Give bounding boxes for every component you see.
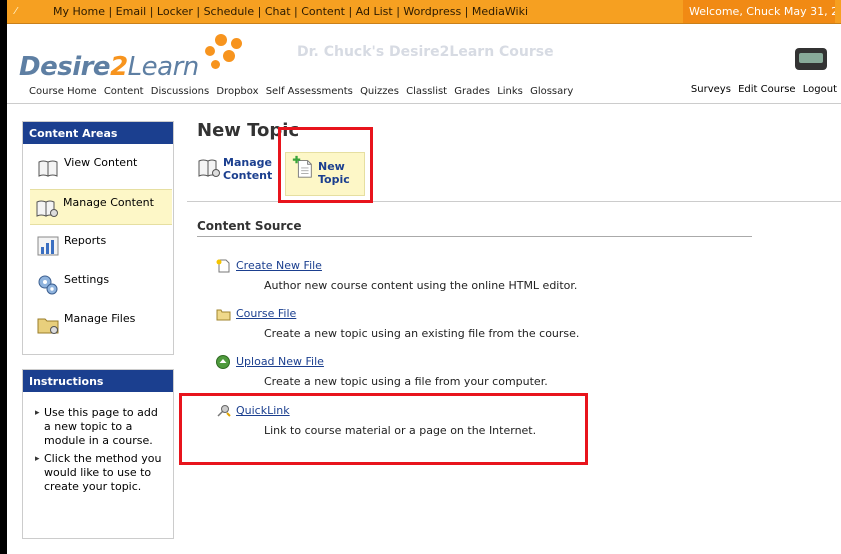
pager-icon[interactable] (795, 48, 827, 70)
divider (197, 236, 752, 237)
source-upload-new-file: Upload New File Create a new topic using… (216, 355, 636, 395)
manage-content-button[interactable]: Manage Content (196, 150, 276, 194)
logo-dots-icon (201, 34, 245, 74)
sidebar-item-label: Manage Content (63, 196, 154, 209)
nav-quizzes[interactable]: Quizzes (360, 86, 399, 97)
top-links[interactable]: My Home | Email | Locker | Schedule | Ch… (53, 5, 528, 18)
nav-edit-course[interactable]: Edit Course (738, 84, 795, 95)
annotation-box-new-topic (278, 127, 373, 203)
content-source-title: Content Source (197, 219, 302, 233)
nav-discussions[interactable]: Discussions (151, 86, 209, 97)
nav-course-home[interactable]: Course Home (29, 86, 97, 97)
create-new-file-link[interactable]: Create New File (236, 259, 322, 272)
course-nav: Course Home Content Discussions Dropbox … (29, 86, 577, 97)
sidebar-item-manage-content[interactable]: Manage Content (30, 189, 172, 225)
sidebar-item-label: Manage Files (64, 312, 136, 325)
annotation-box-quicklink (179, 393, 588, 465)
welcome-message: Welcome, Chuck May 31, 2011 (683, 0, 835, 23)
nav-links[interactable]: Links (497, 86, 523, 97)
instructions-list: Use this page to add a new topic to a mo… (35, 406, 165, 498)
instruction-item: Click the method you would like to use t… (35, 452, 165, 494)
course-file-link[interactable]: Course File (236, 307, 296, 320)
nav-classlist[interactable]: Classlist (406, 86, 447, 97)
course-title: Dr. Chuck's Desire2Learn Course (297, 44, 554, 60)
source-description: Author new course content using the onli… (264, 279, 578, 292)
nav-content[interactable]: Content (104, 86, 144, 97)
manage-content-label: Manage Content (223, 156, 273, 182)
instructions-panel: Instructions Use this page to add a new … (22, 369, 174, 539)
bar-chart-icon (37, 236, 59, 256)
folder-icon (37, 318, 59, 334)
sidebar-item-label: View Content (64, 156, 138, 169)
desire2learn-logo: Desire2Learn (19, 52, 199, 82)
source-create-new-file: Create New File Author new course conten… (216, 259, 636, 299)
sidebar-item-label: Reports (64, 234, 107, 247)
nav-self-assessments[interactable]: Self Assessments (266, 86, 353, 97)
nav-logout[interactable]: Logout (803, 84, 837, 95)
upload-icon (216, 355, 230, 369)
course-nav-right: Surveys Edit Course Logout (687, 84, 837, 95)
instructions-title: Instructions (23, 370, 173, 392)
book-gear-icon (198, 159, 220, 177)
nav-glossary[interactable]: Glossary (530, 86, 573, 97)
top-navigation-bar: ⁄ My Home | Email | Locker | Schedule | … (7, 0, 841, 24)
sidebar-item-view-content[interactable]: View Content (31, 150, 173, 186)
source-description: Create a new topic using a file from you… (264, 375, 548, 388)
folder-icon (216, 309, 231, 321)
sidebar-item-settings[interactable]: Settings (31, 267, 173, 303)
book-icon (38, 160, 58, 177)
source-description: Create a new topic using an existing fil… (264, 327, 580, 340)
nav-dropbox[interactable]: Dropbox (216, 86, 258, 97)
nav-surveys[interactable]: Surveys (691, 84, 731, 95)
instruction-item: Use this page to add a new topic to a mo… (35, 406, 165, 448)
sidebar-item-reports[interactable]: Reports (31, 228, 173, 264)
sidebar-item-manage-files[interactable]: Manage Files (31, 306, 173, 342)
nav-grades[interactable]: Grades (454, 86, 490, 97)
content-areas-panel: Content Areas View Content Manage Conten… (22, 121, 174, 355)
gears-icon (38, 275, 58, 295)
book-gear-icon (36, 200, 58, 217)
header: Desire2Learn Dr. Chuck's Desire2Learn Co… (7, 24, 841, 104)
sidebar-item-label: Settings (64, 273, 110, 286)
source-course-file: Course File Create a new topic using an … (216, 307, 636, 347)
new-file-icon (216, 259, 230, 273)
corner-icon: ⁄ (15, 6, 17, 17)
upload-new-file-link[interactable]: Upload New File (236, 355, 324, 368)
content-areas-title: Content Areas (23, 122, 173, 144)
